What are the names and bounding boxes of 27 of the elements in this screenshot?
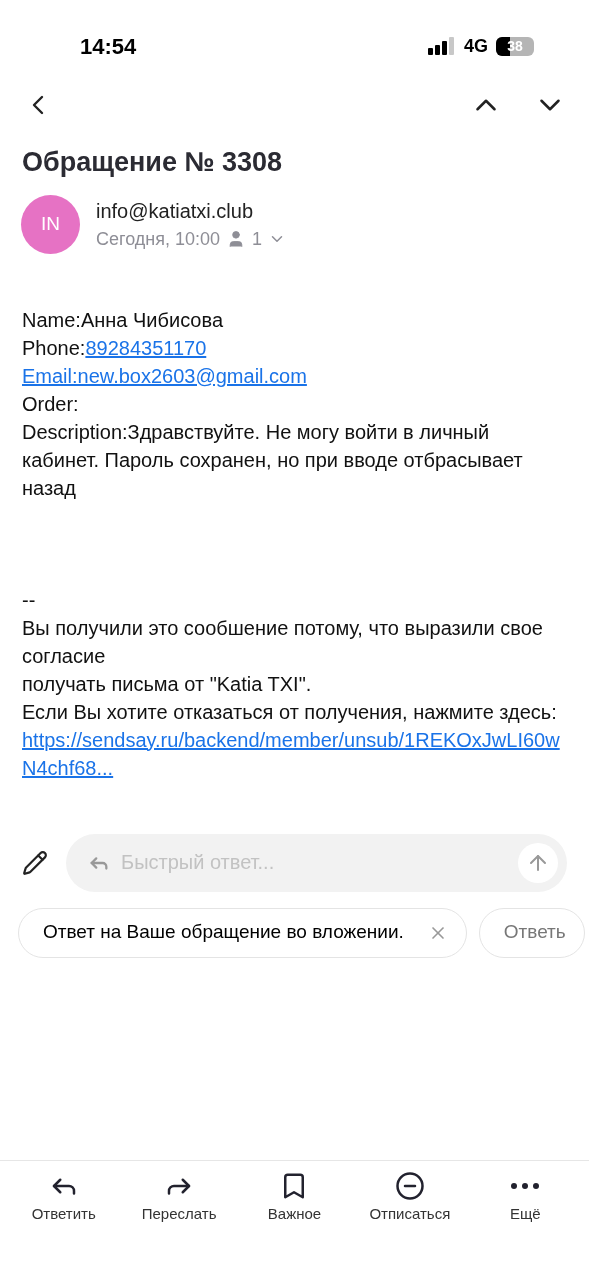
toolbar-button[interactable]: Переслать [124, 1171, 235, 1231]
network-label: 4G [464, 34, 488, 58]
link[interactable]: Email:new.box2603@gmail.com [22, 364, 307, 387]
body-text: получать письма от "Katia TXI". [22, 672, 312, 695]
link[interactable]: 89284351170 [85, 336, 207, 359]
body-text: Description:Здравствуйте. Не могу войти в личный кабинет. Пароль сохранен, но при вводе отбрасывает назад [22, 420, 523, 499]
body-text: Name:Анна Чибисова [22, 308, 223, 331]
clock: 14:54 [80, 32, 137, 61]
link[interactable]: https://sendsay.ru/backend/member/unsub/1REKOxJwLI60wN4chf68... [22, 725, 567, 782]
email-subject: Обращение № 3308 [21, 146, 284, 179]
email-date: Сегодня, 10:00 [96, 227, 221, 251]
body-text: Phone: [22, 336, 86, 359]
signal-icon [428, 37, 456, 55]
body-text: Если Вы хотите отказаться от получения, нажмите здесь: [22, 700, 557, 723]
avatar: IN [21, 194, 80, 254]
suggestion-chip[interactable]: Ответ на Ваше обращение во вложении. [18, 907, 467, 958]
sender-address: info@katiatxi.club [96, 198, 255, 224]
minus-circle-icon [394, 1171, 425, 1201]
toolbar-button[interactable]: Важное [239, 1171, 350, 1231]
compose-icon[interactable] [22, 849, 48, 876]
toolbar-button[interactable]: Ещё [470, 1171, 581, 1231]
more-icon [511, 1183, 540, 1189]
recipient-count: 1 [252, 227, 263, 251]
body-text: Order: [22, 392, 79, 415]
toolbar-button[interactable]: Ответить [8, 1171, 119, 1231]
body-text: -- [22, 588, 36, 611]
toolbar-button[interactable]: Отписаться [354, 1171, 465, 1231]
